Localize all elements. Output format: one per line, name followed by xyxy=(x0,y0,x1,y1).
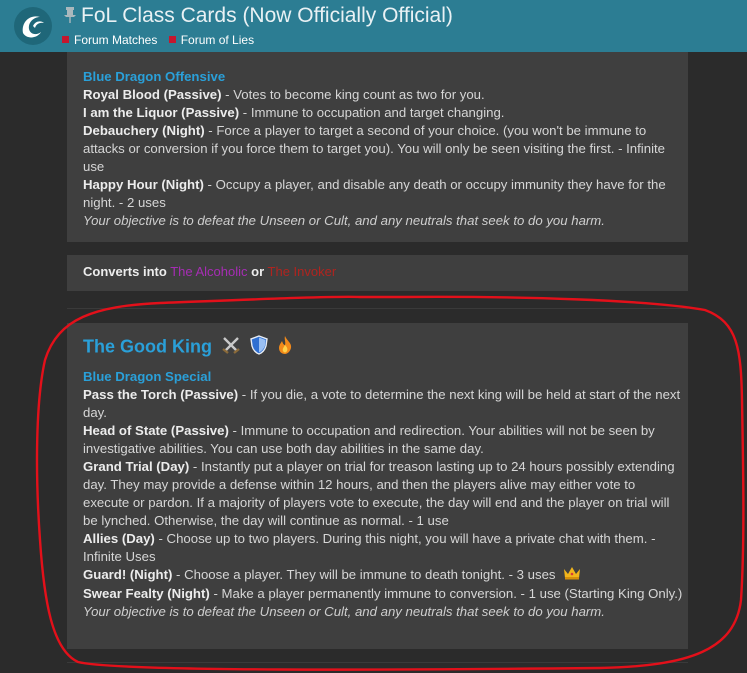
red-annotation-circle xyxy=(35,295,745,671)
